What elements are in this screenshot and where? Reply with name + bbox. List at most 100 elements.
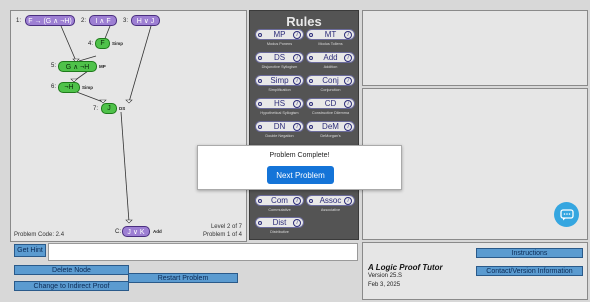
info-icon[interactable]: i — [344, 54, 352, 62]
proof-edges — [60, 25, 152, 224]
rule-name: Modus Tollens — [318, 42, 343, 46]
rule-button-assoc[interactable]: Assoc i — [306, 195, 355, 206]
step-4-number: 4: — [88, 41, 94, 47]
rules-title: Rules — [286, 14, 322, 29]
premise-3-node[interactable]: H ∨ J — [131, 15, 160, 26]
rule-button-dem[interactable]: DeM i — [306, 121, 355, 132]
premise-1-node[interactable]: F → (G ∧ ¬H) — [25, 15, 75, 26]
right-top-panel — [362, 10, 588, 86]
step-5-node[interactable]: G ∧ ¬H — [58, 61, 97, 72]
rule-abbr: DN — [273, 122, 286, 131]
rule-button-hs[interactable]: HS i — [255, 98, 304, 109]
rule-button-mt[interactable]: MT i — [306, 29, 355, 40]
rule-abbr: Add — [323, 53, 338, 62]
step-5-rule: MP — [99, 64, 106, 69]
radio-icon — [309, 33, 313, 37]
restart-problem-button[interactable]: Restart Problem — [128, 273, 238, 283]
radio-icon — [309, 102, 313, 106]
instructions-button[interactable]: Instructions — [476, 248, 583, 258]
rule-name: Conjunction — [320, 88, 341, 92]
info-icon[interactable]: i — [293, 100, 301, 108]
rule-button-com[interactable]: Com i — [255, 195, 304, 206]
step-7-number: 7: — [93, 106, 99, 112]
info-icon[interactable]: i — [293, 54, 301, 62]
rule-abbr: Conj — [322, 76, 339, 85]
info-icon[interactable]: i — [293, 197, 301, 205]
radio-icon — [309, 79, 313, 83]
rule-name: Modus Ponens — [266, 42, 293, 46]
premise-1-number: 1: — [16, 18, 22, 24]
goal-rule: Add — [153, 229, 162, 234]
proof-canvas[interactable]: 1: F → (G ∧ ¬H) 2: I ∧ F 3: H ∨ J 4: F S… — [10, 10, 247, 242]
hint-field[interactable] — [48, 243, 358, 261]
rule-name: Addition — [323, 65, 338, 69]
step-4-node[interactable]: F — [95, 38, 110, 49]
rule-button-conj[interactable]: Conj i — [306, 75, 355, 86]
premise-2-number: 2: — [81, 18, 87, 24]
app-date: Feb 3, 2025 — [368, 282, 401, 288]
problem-code: Problem Code: 2.4 — [14, 232, 65, 238]
step-7-node[interactable]: J — [101, 103, 117, 114]
rule-abbr: MP — [273, 30, 286, 39]
step-7-rule: DS — [119, 106, 126, 111]
get-hint-button[interactable]: Get Hint — [14, 244, 46, 257]
goal-number: C: — [115, 229, 121, 235]
info-icon[interactable]: i — [344, 77, 352, 85]
rules-panel: Rules MP i Modus Ponens MT i Modus Tollens DS i… — [249, 10, 359, 240]
app-version: Version 25.S — [368, 273, 403, 279]
rule-name: DeMorgan's — [320, 134, 341, 138]
info-icon[interactable]: i — [293, 123, 301, 131]
radio-icon — [258, 56, 262, 60]
level-indicator: Level 2 of 7 — [210, 224, 242, 230]
goal-node[interactable]: J ∨ K — [122, 226, 150, 237]
rule-name: Simplification — [268, 88, 291, 92]
info-icon[interactable]: i — [293, 31, 301, 39]
radio-icon — [258, 125, 262, 129]
info-icon[interactable]: i — [344, 197, 352, 205]
delete-node-button[interactable]: Delete Node — [14, 265, 129, 275]
rule-button-dist[interactable]: Dist i — [255, 217, 304, 228]
next-problem-button[interactable]: Next Problem — [267, 166, 334, 184]
rule-button-add[interactable]: Add i — [306, 52, 355, 63]
change-indirect-proof-button[interactable]: Change to Indirect Proof — [14, 281, 129, 291]
rule-button-dn[interactable]: DN i — [255, 121, 304, 132]
rule-button-cd[interactable]: CD i — [306, 98, 355, 109]
info-icon[interactable]: i — [293, 219, 301, 227]
info-icon[interactable]: i — [293, 77, 301, 85]
step-4-rule: Simp — [112, 41, 124, 46]
about-panel: A Logic Proof Tutor Version 25.S Feb 3, … — [362, 242, 588, 300]
problem-complete-dialog: Problem Complete! Next Problem — [197, 145, 402, 190]
dialog-title: Problem Complete! — [269, 152, 330, 159]
info-icon[interactable]: i — [344, 31, 352, 39]
premise-2-node[interactable]: I ∧ F — [89, 15, 117, 26]
rule-name: Distributive — [270, 230, 289, 234]
radio-icon — [309, 125, 313, 129]
rule-name: Hypothetical Syllogism — [260, 111, 299, 115]
radio-icon — [258, 199, 262, 203]
rule-name: Constructive Dilemma — [311, 111, 350, 115]
rule-abbr: Dist — [272, 218, 287, 227]
rule-abbr: CD — [324, 99, 337, 108]
problem-indicator: Problem 1 of 4 — [202, 232, 242, 238]
step-5-number: 5: — [51, 63, 57, 69]
contact-version-button[interactable]: Contact/Version Information — [476, 266, 583, 276]
rule-abbr: HS — [273, 99, 286, 108]
premise-3-number: 3: — [123, 18, 129, 24]
chat-button[interactable] — [554, 202, 579, 227]
info-icon[interactable]: i — [344, 100, 352, 108]
radio-icon — [258, 221, 262, 225]
rule-button-simp[interactable]: Simp i — [255, 75, 304, 86]
rule-button-mp[interactable]: MP i — [255, 29, 304, 40]
rule-abbr: DS — [273, 53, 286, 62]
rule-name: Disjunctive Syllogism — [261, 65, 298, 69]
rule-abbr: Com — [271, 196, 288, 205]
radio-icon — [258, 33, 262, 37]
info-icon[interactable]: i — [344, 123, 352, 131]
radio-icon — [258, 79, 262, 83]
radio-icon — [309, 199, 313, 203]
step-6-node[interactable]: ¬H — [58, 82, 80, 93]
rule-abbr: Simp — [270, 76, 289, 85]
rule-button-ds[interactable]: DS i — [255, 52, 304, 63]
rule-abbr: DeM — [322, 122, 339, 131]
chat-bubble-icon — [559, 208, 574, 220]
